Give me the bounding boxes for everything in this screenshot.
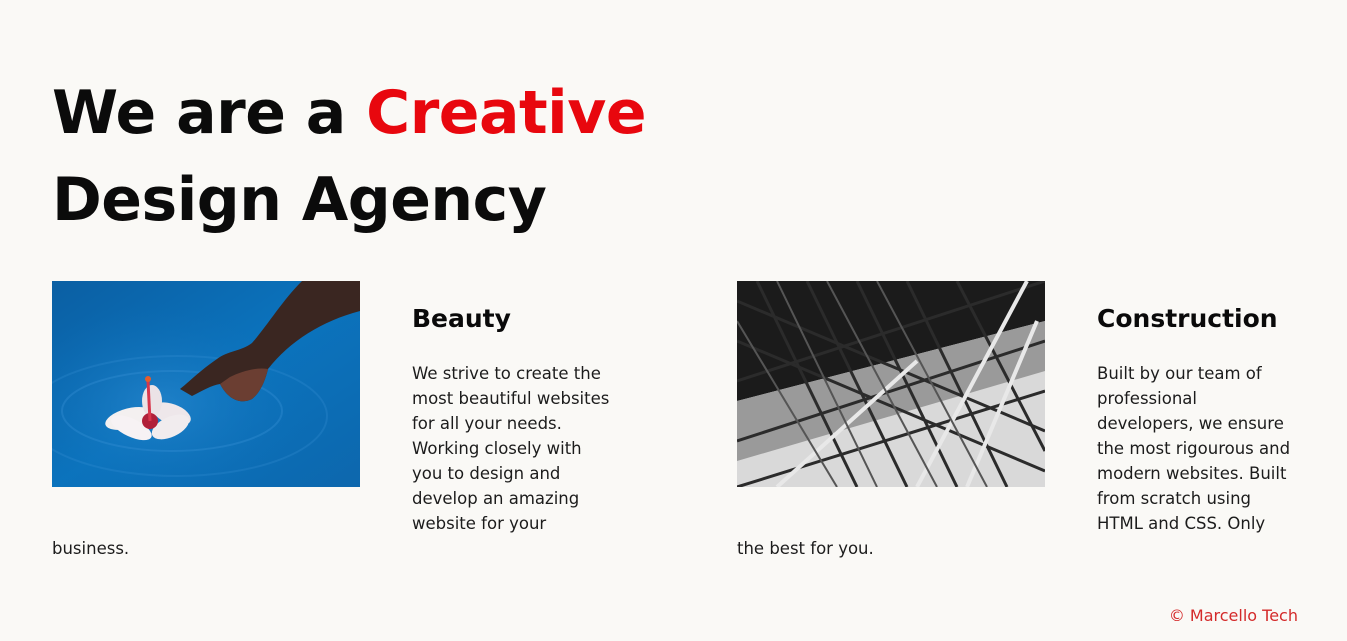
card-beauty: Beauty We strive to create the most beau… <box>52 281 612 561</box>
hero-line2: Design Agency <box>52 165 547 235</box>
hero-heading: We are a Creative Design Agency <box>52 70 647 244</box>
steel-structure-photo <box>737 281 1045 487</box>
footer-copyright: © Marcello Tech <box>1168 606 1298 625</box>
hand-flower-water-photo <box>52 281 360 487</box>
hero-accent-word: Creative <box>366 78 647 148</box>
hero-line1-prefix: We are a <box>52 78 367 148</box>
card-construction: Construction Built by our team of profes… <box>737 281 1297 561</box>
